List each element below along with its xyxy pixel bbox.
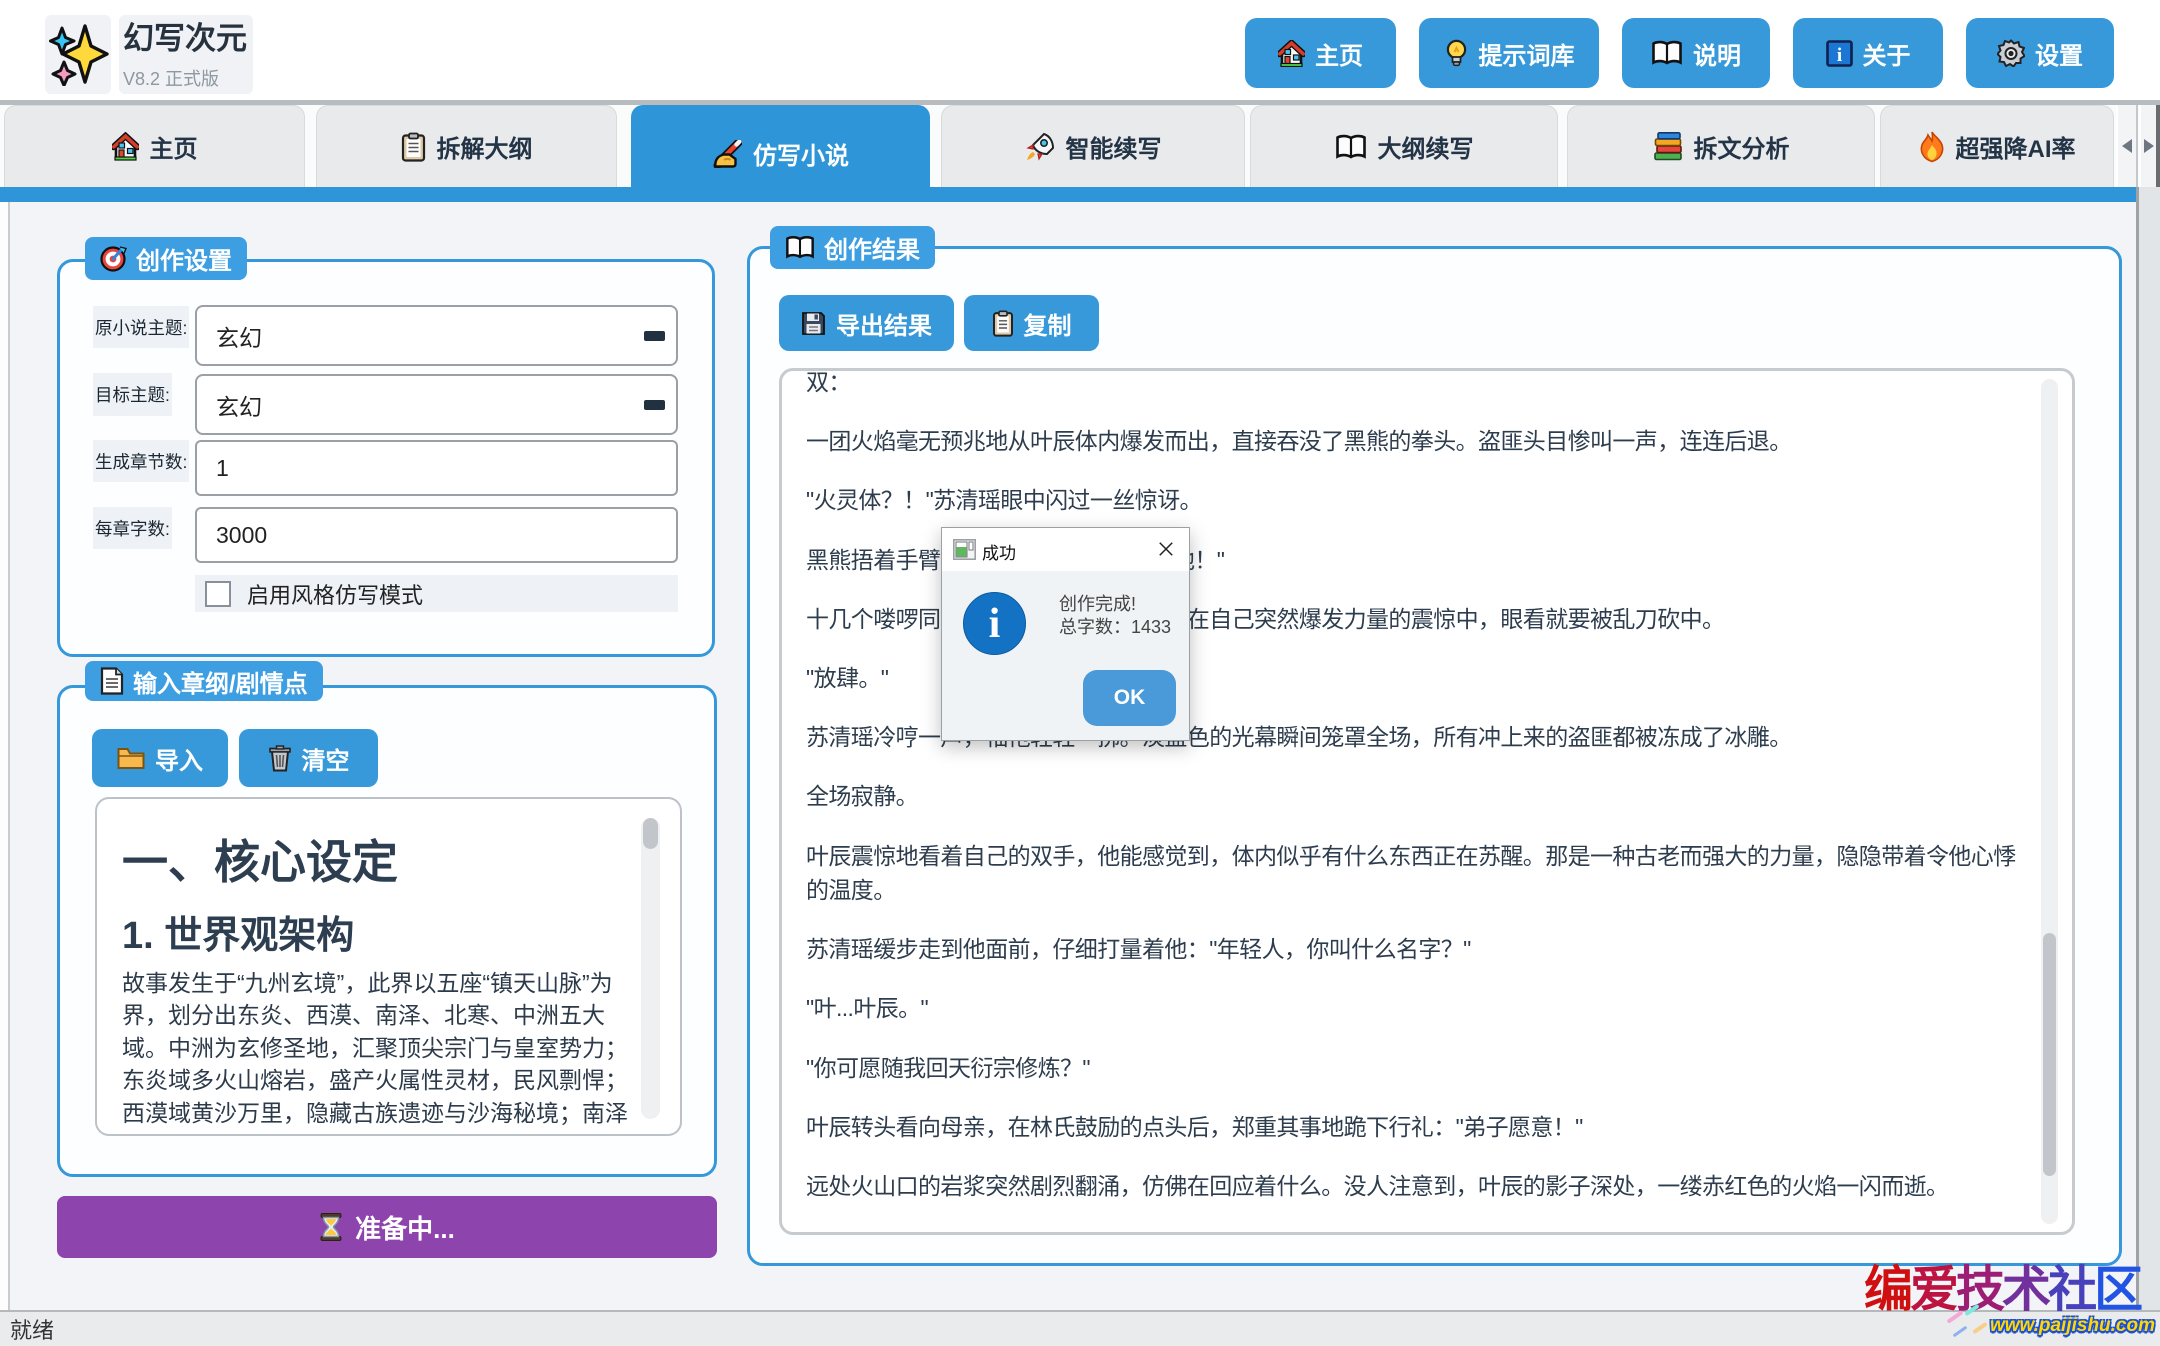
svg-text:i: i <box>1836 45 1841 66</box>
